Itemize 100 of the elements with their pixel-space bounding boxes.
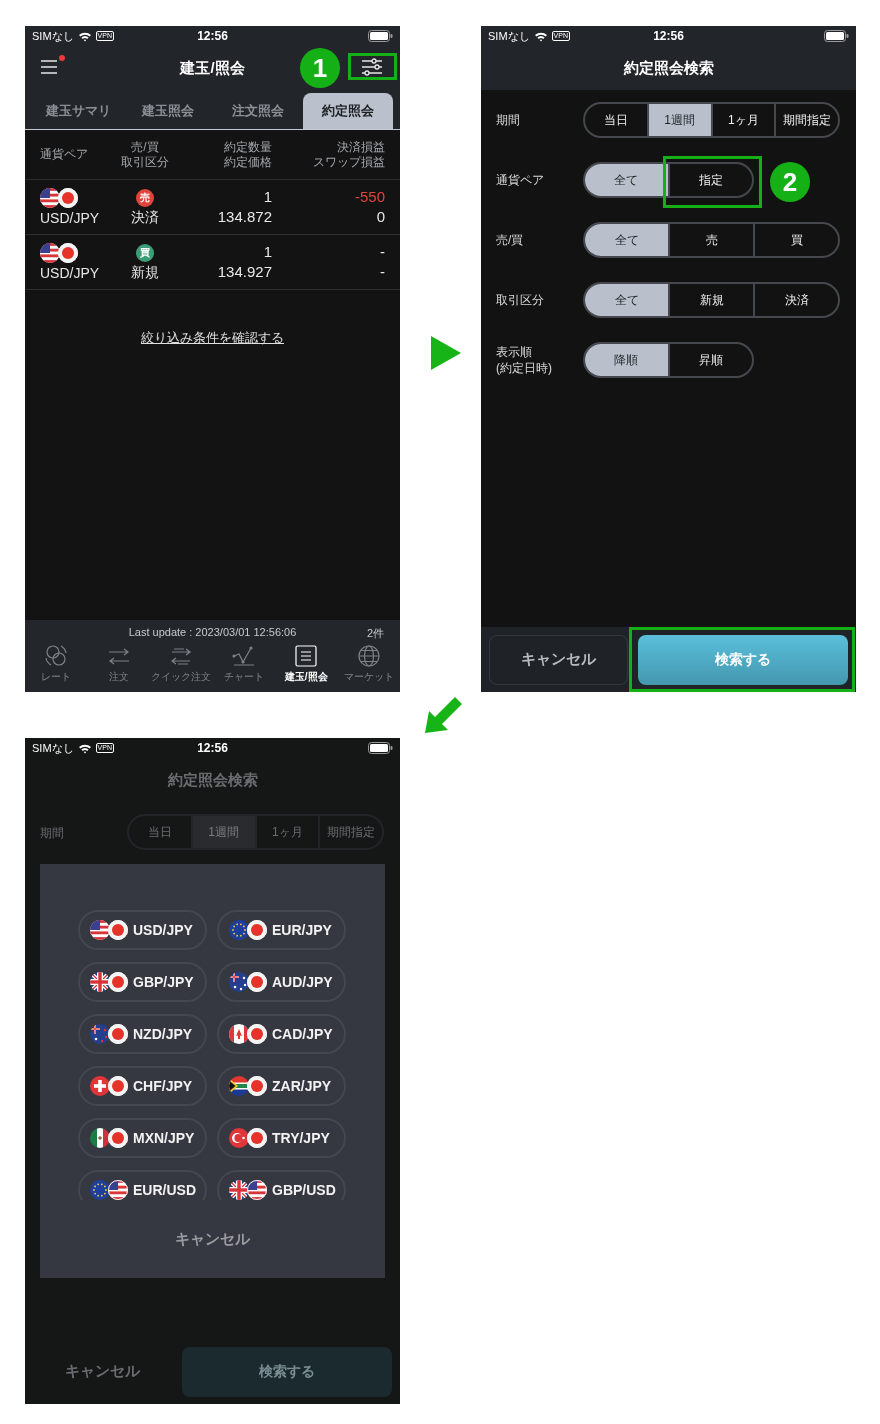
segment-option[interactable]: 期間指定 — [318, 816, 382, 848]
settings-icon[interactable] — [361, 57, 383, 77]
currency-pair-option[interactable]: GBP/JPY — [78, 962, 207, 1002]
nav-tab[interactable]: クイック注文 — [150, 644, 213, 692]
settlement-pl: - — [380, 242, 385, 262]
highlight-frame — [348, 53, 397, 80]
currency-pair-option[interactable]: CAD/JPY — [217, 1014, 346, 1054]
nav-tab[interactable]: 注文 — [87, 644, 150, 692]
currency-pair-option[interactable]: EUR/JPY — [217, 910, 346, 950]
filter-sublabel: (約定日時) — [496, 360, 553, 376]
flags-icon — [90, 919, 129, 941]
cancel-button[interactable]: キャンセル — [489, 634, 628, 685]
step-number-badge: 1 — [300, 48, 340, 88]
flags-icon — [90, 971, 129, 993]
column-header: 通貨ペア — [40, 147, 88, 162]
segment-option[interactable]: 決済 — [753, 284, 838, 316]
filter-label: 期間 — [40, 826, 64, 840]
pair-label: USD/JPY — [40, 264, 100, 282]
price: 134.872 — [217, 207, 272, 227]
segment-option[interactable]: 1週間 — [646, 104, 711, 136]
battery-icon — [824, 30, 849, 42]
dialog-cancel-button[interactable]: キャンセル — [175, 1227, 250, 1251]
trade-type: 新規 — [131, 262, 159, 281]
battery-icon — [368, 30, 393, 42]
segment-option[interactable]: 昇順 — [667, 344, 752, 376]
currency-pair-option[interactable]: GBP/USD — [217, 1170, 346, 1200]
wifi-icon — [77, 30, 92, 42]
segment-option[interactable]: 降順 — [585, 344, 668, 376]
segment-option[interactable]: 1ヶ月 — [254, 816, 319, 848]
currency-pair-option[interactable]: EUR/USD — [78, 1170, 207, 1200]
step-number-badge: 2 — [770, 162, 810, 202]
globe-icon — [355, 644, 382, 668]
battery-icon — [368, 742, 393, 754]
filter-link[interactable]: 絞り込み条件を確認する — [141, 328, 284, 348]
right-arrow-icon — [431, 336, 461, 370]
currency-pair-option[interactable]: USD/JPY — [78, 910, 207, 950]
column-header: 約定数量 — [224, 139, 272, 155]
flags-icon — [229, 1023, 268, 1045]
segment-option[interactable]: 全て — [585, 164, 668, 196]
flags-icon — [40, 242, 79, 264]
column-header: スワップ損益 — [313, 154, 385, 170]
clock: 12:56 — [197, 28, 228, 45]
column-header: 売/買 — [131, 139, 159, 155]
filter-label: 取引区分 — [496, 292, 545, 308]
nav-tab[interactable]: マーケット — [337, 644, 400, 692]
segment-option[interactable]: 売 — [668, 224, 753, 256]
flags-icon — [229, 1127, 268, 1149]
segment-option[interactable]: 1ヶ月 — [710, 104, 775, 136]
nav-tab[interactable]: レート — [25, 644, 88, 692]
carrier-label: SIMなし — [32, 740, 74, 756]
flags-icon — [40, 187, 79, 209]
nav-tab[interactable]: チャート — [212, 644, 275, 692]
flags-icon — [229, 919, 268, 941]
flags-icon — [229, 1075, 268, 1097]
flags-icon — [90, 1127, 129, 1149]
tab[interactable]: 建玉サマリ — [33, 93, 123, 129]
currency-pair-option[interactable]: NZD/JPY — [78, 1014, 207, 1054]
column-header: 決済損益 — [337, 139, 385, 155]
pair-label: USD/JPY — [40, 209, 100, 227]
trade-row[interactable]: USD/JPY 買 新規 1 134.927 - - — [25, 235, 400, 290]
line-chart-icon — [230, 644, 257, 668]
column-header: 約定価格 — [224, 154, 272, 170]
quantity: 1 — [263, 187, 272, 207]
segment-option[interactable]: 期間指定 — [774, 104, 838, 136]
screen-title: 建玉/照会 — [180, 57, 245, 78]
segment-option[interactable]: 当日 — [129, 816, 191, 848]
tab[interactable]: 約定照会 — [303, 93, 393, 129]
carrier-label: SIMなし — [32, 28, 74, 44]
segment-option[interactable]: 全て — [585, 224, 668, 256]
currency-pair-option[interactable]: TRY/JPY — [217, 1118, 346, 1158]
segment-option[interactable]: 当日 — [585, 104, 647, 136]
quantity: 1 — [263, 242, 272, 262]
segment-option[interactable]: 指定 — [667, 164, 752, 196]
carrier-label: SIMなし — [488, 28, 530, 44]
column-header: 取引区分 — [121, 154, 169, 170]
tab[interactable]: 注文照会 — [213, 93, 303, 129]
clock: 12:56 — [197, 740, 228, 757]
tab[interactable]: 建玉照会 — [123, 93, 213, 129]
list-icon — [293, 644, 320, 668]
wifi-icon — [77, 742, 92, 754]
flags-icon — [229, 1179, 268, 1200]
currency-pair-option[interactable]: ZAR/JPY — [217, 1066, 346, 1106]
segment-option[interactable]: 全て — [585, 284, 668, 316]
search-button[interactable]: 検索する — [182, 1346, 392, 1397]
screen-title: 約定照会検索 — [167, 769, 258, 790]
filter-label: 期間 — [496, 112, 521, 128]
currency-pair-option[interactable]: CHF/JPY — [78, 1066, 207, 1106]
currency-pair-option[interactable]: AUD/JPY — [217, 962, 346, 1002]
trade-row[interactable]: USD/JPY 売 決済 1 134.872 -550 0 — [25, 180, 400, 235]
screen-title: 約定照会検索 — [623, 57, 714, 78]
filter-label: 表示順 — [496, 344, 533, 360]
currency-pair-option[interactable]: MXN/JPY — [78, 1118, 207, 1158]
segment-option[interactable]: 買 — [753, 224, 838, 256]
segment-option[interactable]: 新規 — [668, 284, 753, 316]
nav-tab[interactable]: 建玉/照会 — [275, 644, 338, 692]
flags-icon — [90, 1023, 129, 1045]
settlement-pl: -550 — [354, 187, 385, 207]
flags-icon — [90, 1179, 129, 1200]
filter-label: 通貨ペア — [496, 172, 545, 188]
trade-type: 決済 — [131, 207, 159, 226]
